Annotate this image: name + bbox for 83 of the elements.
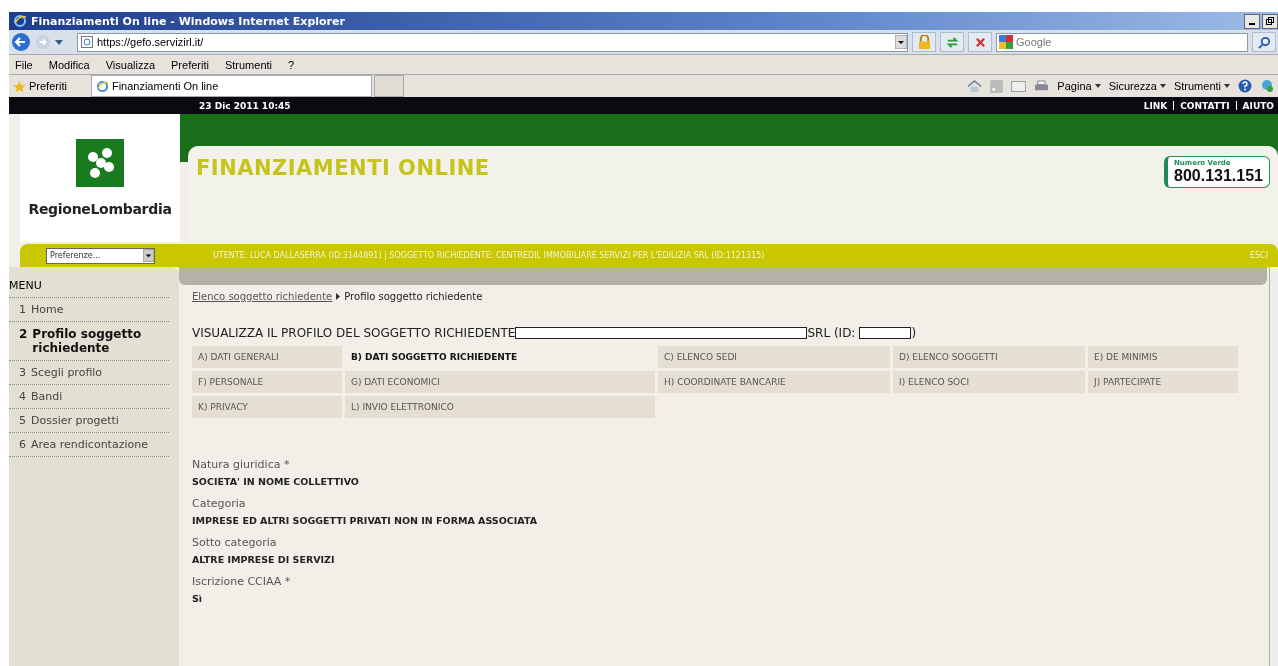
scrollbar[interactable] (1269, 267, 1278, 666)
lock-icon[interactable] (912, 32, 936, 52)
caret-icon (1094, 84, 1101, 88)
menu-item[interactable]: ? (288, 58, 295, 71)
search-provider-icon (999, 35, 1013, 49)
help-icon[interactable] (1238, 79, 1252, 93)
section-tab[interactable]: I) ELENCO SOCI (893, 371, 1085, 393)
menu-item[interactable]: Visualizza (105, 58, 156, 71)
command-menu[interactable]: Strumenti (1173, 80, 1230, 92)
window-title: Finanziamenti On line - Windows Internet Explorer (31, 14, 345, 28)
section-tab[interactable]: B) DATI SOGGETTO RICHIEDENTE (345, 346, 655, 368)
dropdown-icon[interactable] (895, 35, 907, 49)
search-field[interactable]: Google (996, 32, 1248, 52)
section-tab[interactable]: D) ELENCO SOGGETTI (893, 346, 1085, 368)
browser-logo-icon (95, 79, 109, 93)
search-input[interactable]: Google (1016, 36, 1216, 48)
field-label: Natura giuridica * (192, 458, 291, 471)
refresh-icon[interactable] (940, 32, 964, 52)
minimize-icon (1249, 23, 1255, 25)
heading-close: ) (911, 326, 917, 340)
menu-item[interactable]: Strumenti (224, 58, 272, 71)
field-label: Sotto categoria (192, 536, 278, 549)
search-icon[interactable] (1252, 32, 1276, 52)
preferences-select[interactable]: Preferenze... (46, 247, 155, 264)
star-icon (13, 79, 26, 93)
field-label: Categoria (192, 497, 247, 510)
section-tab[interactable]: G) DATI ECONOMICI (345, 371, 655, 393)
app-title: FINANZIAMENTI ONLINE (196, 156, 490, 180)
menu-item[interactable]: Modifica (48, 58, 90, 71)
date-time: 23 Dic 2011 10:45 (199, 100, 291, 111)
favorites-button[interactable]: Preferiti (9, 79, 91, 93)
menu-item[interactable]: File (15, 58, 33, 71)
sidebar-item[interactable]: 4 Bandi (9, 385, 169, 409)
chevron-icon (336, 293, 341, 300)
new-tab-button[interactable] (373, 75, 404, 97)
header-link[interactable]: CONTATTI (1180, 100, 1230, 111)
section-tab[interactable]: L) INVIO ELETTRONICO (345, 396, 655, 418)
logo-icon (76, 139, 124, 187)
command-menu[interactable]: Pagina (1057, 80, 1101, 92)
menu-title: MENU (9, 277, 169, 298)
redacted-field (859, 327, 912, 339)
back-button[interactable] (11, 32, 31, 52)
caret-icon (143, 249, 154, 262)
user-info: UTENTE: LUCA DALLASERRA (ID:3144891) | SOGGETTO RICHIEDENTE: CENTREDIL IMMOBILIARE SERVIZI PER L'EDILIZIA SRL (ID:1121315) (213, 251, 765, 260)
menu-item[interactable]: Preferiti (171, 58, 209, 71)
section-tab[interactable]: K) PRIVACY (192, 396, 342, 418)
home-icon[interactable] (967, 78, 983, 94)
field-value: ALTRE IMPRESE DI SERVIZI (192, 554, 336, 565)
field-value: IMPRESE ED ALTRI SOGGETTI PRIVATI NON IN FORMA ASSOCIATA (192, 515, 538, 526)
sidebar-item[interactable]: 1 Home (9, 298, 169, 322)
field-label: Iscrizione CCIAA * (192, 575, 292, 588)
header-link[interactable]: LINK (1143, 100, 1168, 111)
caret-icon (1224, 84, 1230, 88)
sidebar-item[interactable]: 3 Scegli profilo (9, 361, 169, 385)
breadcrumb-link[interactable]: Elenco soggetto richiedente (192, 291, 333, 302)
stop-icon[interactable] (968, 32, 992, 52)
browser-tab[interactable]: Finanziamenti On line (90, 75, 372, 97)
page-heading: VISUALIZZA IL PROFILO DEL SOGGETTO RICHIEDENTE (192, 326, 516, 340)
breadcrumb-current: Profilo soggetto richiedente (344, 291, 483, 302)
hotline-number: 800.131.151 (1174, 167, 1263, 185)
browser-logo-icon (13, 14, 27, 28)
section-tab[interactable]: E) DE MINIMIS (1088, 346, 1238, 368)
minimize-button[interactable] (1244, 13, 1260, 29)
sidebar-item[interactable]: 6 Area rendicontazione (9, 433, 169, 457)
address-field[interactable]: https://gefo.servizirl.it/ (77, 32, 908, 52)
restore-icon (1265, 16, 1275, 26)
header-link[interactable]: AIUTO (1242, 100, 1274, 111)
page-icon (81, 36, 93, 48)
section-tab[interactable]: A) DATI GENERALI (192, 346, 342, 368)
command-menu[interactable]: Sicurezza (1108, 80, 1166, 92)
field-value: Sì (192, 593, 204, 604)
logo-text: RegioneLombardia (28, 201, 172, 217)
restore-button[interactable] (1262, 13, 1278, 29)
print-icon[interactable] (1034, 79, 1050, 93)
field-value: SOCIETA' IN NOME COLLETTIVO (192, 476, 360, 487)
sidebar-item[interactable]: 2 Profilo soggetto richiedente (9, 322, 169, 361)
section-tab[interactable]: J) PARTECIPATE (1088, 371, 1238, 393)
heading-suffix: SRL (ID: (807, 326, 856, 340)
caret-icon (1159, 84, 1166, 88)
section-tab[interactable]: C) ELENCO SEDI (658, 346, 890, 368)
section-tab[interactable]: F) PERSONALE (192, 371, 342, 393)
section-tab[interactable]: H) COORDINATE BANCARIE (658, 371, 890, 393)
sidebar-item[interactable]: 5 Dossier progetti (9, 409, 169, 433)
